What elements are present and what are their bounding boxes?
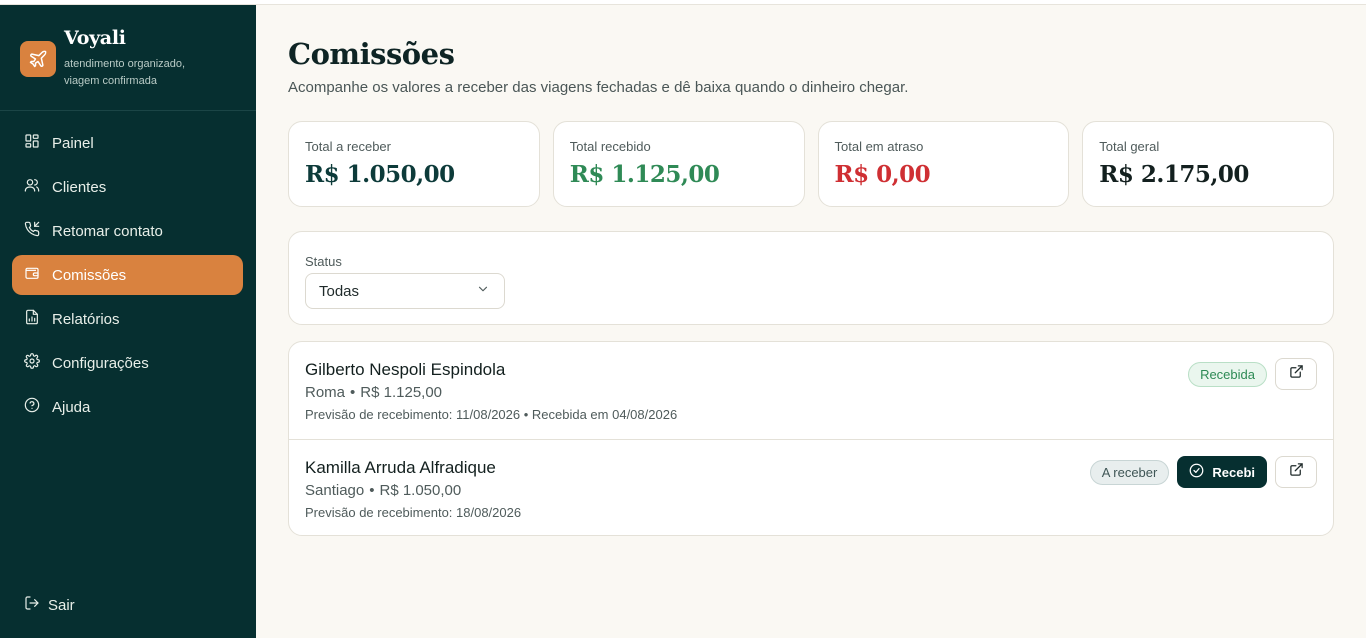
open-external-button[interactable] <box>1275 358 1317 390</box>
sidebar-item-ajuda[interactable]: Ajuda <box>12 387 243 427</box>
status-select-value: Todas <box>319 282 360 300</box>
mark-received-label: Recebi <box>1212 464 1255 480</box>
trip-meta: Roma • R$ 1.125,00 <box>305 384 443 401</box>
logout-button[interactable]: Sair <box>24 595 75 615</box>
row-actions: Recebida <box>1188 358 1317 390</box>
sidebar-item-clientes[interactable]: Clientes <box>12 167 243 207</box>
commission-dates: Previsão de recebimento: 11/08/2026 • Re… <box>305 407 678 422</box>
page-title: Comissões <box>288 37 455 71</box>
external-link-icon <box>1289 364 1304 384</box>
sidebar-item-painel[interactable]: Painel <box>12 123 243 163</box>
plane-icon <box>20 41 56 77</box>
stat-label: Total em atraso <box>834 139 924 154</box>
sidebar-nav: Painel Clientes Retomar contato Comissõe… <box>12 123 243 431</box>
stat-card-total-recebido: Total recebido R$ 1.125,00 <box>552 121 805 207</box>
filter-card: Status Todas <box>288 231 1334 325</box>
stat-label: Total recebido <box>569 139 651 154</box>
logout-label: Sair <box>48 596 75 614</box>
users-icon <box>24 177 40 197</box>
commission-amount: R$ 1.050,00 <box>379 482 462 499</box>
mark-received-button[interactable]: Recebi <box>1177 456 1267 488</box>
sidebar-item-label: Ajuda <box>52 398 91 416</box>
sidebar-item-label: Comissões <box>52 266 127 284</box>
sidebar-item-label: Retomar contato <box>52 222 163 240</box>
sidebar-item-comissoes[interactable]: Comissões <box>12 255 243 295</box>
stat-value: R$ 1.125,00 <box>569 161 720 188</box>
stats-cards: Total a receber R$ 1.050,00 Total recebi… <box>288 121 1334 207</box>
stat-label: Total a receber <box>305 139 391 154</box>
help-icon <box>24 397 40 417</box>
dashboard-icon <box>24 133 40 153</box>
sidebar-item-relatorios[interactable]: Relatórios <box>12 299 243 339</box>
stat-card-total-em-atraso: Total em atraso R$ 0,00 <box>817 121 1070 207</box>
stat-card-total-a-receber: Total a receber R$ 1.050,00 <box>288 121 540 207</box>
sidebar-item-label: Configurações <box>52 354 149 372</box>
row-actions: A receber Recebi <box>1089 456 1317 488</box>
divider <box>0 110 256 111</box>
brand: Voyali atendimento organizado, viagem co… <box>20 29 204 90</box>
page-subtitle: Acompanhe os valores a receber das viage… <box>288 79 909 96</box>
phone-callback-icon <box>24 221 40 241</box>
list-item: Gilberto Nespoli Espindola Roma • R$ 1.125… <box>289 342 1333 439</box>
open-external-button[interactable] <box>1275 456 1317 488</box>
stat-label: Total geral <box>1099 139 1160 154</box>
commission-dates: Previsão de recebimento: 18/08/2026 <box>305 505 522 520</box>
list-item: Kamilla Arruda Alfradique Santiago • R$ 1.… <box>289 439 1333 535</box>
chevron-down-icon <box>476 282 490 300</box>
commissions-list: Gilberto Nespoli Espindola Roma • R$ 1.125… <box>288 341 1334 536</box>
client-name: Gilberto Nespoli Espindola <box>305 360 506 379</box>
stat-value: R$ 1.050,00 <box>305 161 455 188</box>
wallet-icon <box>24 265 40 285</box>
sidebar-item-label: Painel <box>52 134 94 152</box>
status-select[interactable]: Todas <box>305 273 505 309</box>
brand-name: Voyali <box>64 27 126 49</box>
stat-card-total-geral: Total geral R$ 2.175,00 <box>1082 121 1334 207</box>
sidebar-item-configuracoes[interactable]: Configurações <box>12 343 243 383</box>
gear-icon <box>24 353 40 373</box>
external-link-icon <box>1289 462 1304 482</box>
report-icon <box>24 309 40 329</box>
sidebar: Voyali atendimento organizado, viagem co… <box>0 5 256 638</box>
status-badge: A receber <box>1089 459 1170 485</box>
sidebar-item-label: Relatórios <box>52 310 120 328</box>
commission-amount: R$ 1.125,00 <box>360 384 443 401</box>
status-filter-label: Status <box>305 254 342 269</box>
logout-icon <box>24 595 40 615</box>
brand-tagline: atendimento organizado, viagem confirmad… <box>64 58 186 87</box>
trip-destination: Santiago <box>305 482 365 499</box>
trip-destination: Roma <box>305 384 346 401</box>
sidebar-item-retomar-contato[interactable]: Retomar contato <box>12 211 243 251</box>
stat-value: R$ 2.175,00 <box>1099 161 1249 188</box>
check-circle-icon <box>1189 463 1204 481</box>
status-badge: Recebida <box>1188 361 1267 387</box>
sidebar-item-label: Clientes <box>52 178 107 196</box>
stat-value: R$ 0,00 <box>834 161 931 188</box>
